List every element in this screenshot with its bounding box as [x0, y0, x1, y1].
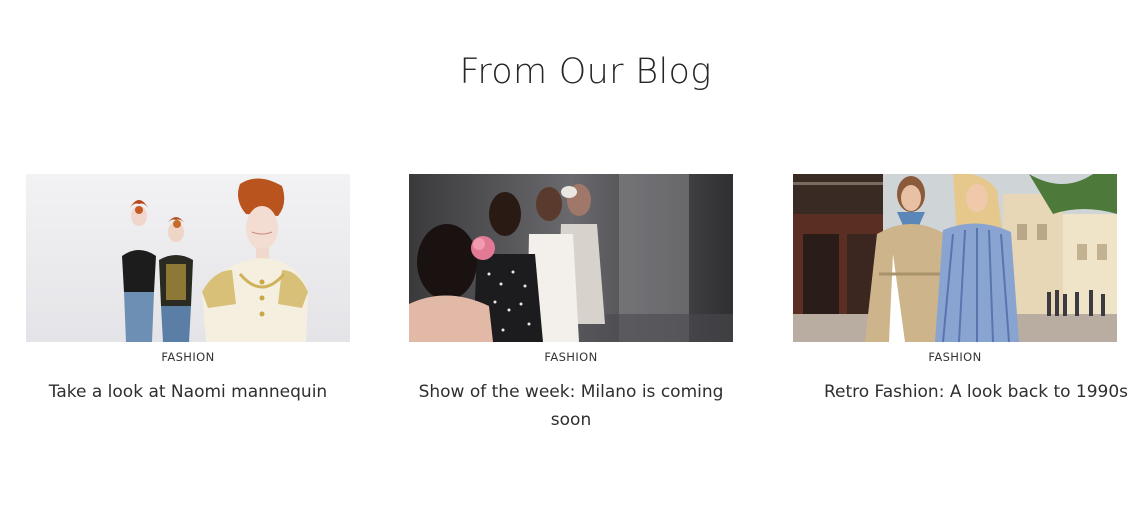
- street-style-women-photo: [793, 174, 1117, 342]
- blog-post-image-street-style[interactable]: [793, 174, 1117, 342]
- runway-show-photo: [409, 174, 733, 342]
- blog-card: FASHION Take a look at Naomi mannequin: [26, 174, 350, 406]
- blog-card: FASHION Retro Fashion: A look back to 19…: [793, 174, 1128, 406]
- blog-card: FASHION Show of the week: Milano is comi…: [409, 174, 733, 434]
- post-category[interactable]: FASHION: [26, 350, 350, 364]
- post-title[interactable]: Show of the week: Milano is coming soon: [409, 378, 733, 434]
- blog-post-image-mannequins[interactable]: [26, 174, 350, 342]
- post-category[interactable]: FASHION: [793, 350, 1117, 364]
- blog-post-image-runway[interactable]: [409, 174, 733, 342]
- post-category[interactable]: FASHION: [409, 350, 733, 364]
- mannequins-photo: [26, 174, 350, 342]
- section-title: From Our Blog: [459, 52, 712, 92]
- post-title[interactable]: Retro Fashion: A look back to 1990s: [799, 378, 1147, 406]
- post-title[interactable]: Take a look at Naomi mannequin: [26, 378, 350, 406]
